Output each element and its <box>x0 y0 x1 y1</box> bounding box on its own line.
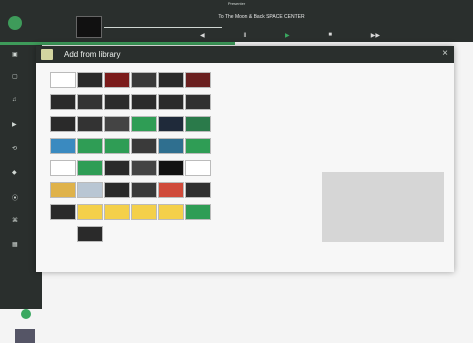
library-item-thumbnail[interactable] <box>185 116 211 132</box>
now-playing-title: To The Moon & Back SPACE CENTER <box>218 14 305 20</box>
footer-logo <box>15 329 35 343</box>
preview-panel <box>322 172 444 242</box>
sidebar-item-9[interactable]: ▦ <box>12 241 22 249</box>
previous-button[interactable]: ◀ <box>200 32 205 40</box>
play-button[interactable]: ▶ <box>285 32 290 40</box>
library-item-thumbnail[interactable] <box>131 182 157 198</box>
library-item-thumbnail[interactable] <box>77 138 103 154</box>
library-item-thumbnail[interactable] <box>104 204 130 220</box>
library-item-thumbnail[interactable] <box>131 204 157 220</box>
status-indicator <box>21 309 31 319</box>
next-button[interactable]: ▶▶ <box>371 32 380 40</box>
library-item-thumbnail[interactable] <box>77 226 103 242</box>
library-item-thumbnail[interactable] <box>77 204 103 220</box>
library-item-thumbnail[interactable] <box>50 160 76 176</box>
close-icon[interactable]: × <box>442 48 448 59</box>
library-item-thumbnail[interactable] <box>104 160 130 176</box>
library-item-thumbnail[interactable] <box>158 204 184 220</box>
library-item-thumbnail[interactable] <box>131 138 157 154</box>
library-item-thumbnail[interactable] <box>104 116 130 132</box>
sidebar-item-2[interactable]: ▢ <box>12 73 22 81</box>
library-item-thumbnail[interactable] <box>104 72 130 88</box>
library-item-thumbnail[interactable] <box>185 182 211 198</box>
sidebar-item-7[interactable]: ⦿ <box>12 193 22 202</box>
library-item-thumbnail[interactable] <box>158 138 184 154</box>
library-item-thumbnail[interactable] <box>77 182 103 198</box>
library-item-thumbnail[interactable] <box>104 182 130 198</box>
library-item-thumbnail[interactable] <box>104 94 130 110</box>
window-title: Presenter <box>227 1 246 6</box>
sidebar-item-4[interactable]: ▶ <box>12 121 22 129</box>
pause-button[interactable]: Ⅱ <box>243 32 246 40</box>
library-item-thumbnail[interactable] <box>50 116 76 132</box>
brand <box>8 14 68 32</box>
library-item-thumbnail[interactable] <box>77 160 103 176</box>
library-item-thumbnail[interactable] <box>158 116 184 132</box>
library-item-thumbnail[interactable] <box>50 204 76 220</box>
library-item-thumbnail[interactable] <box>50 94 76 110</box>
library-item-thumbnail[interactable] <box>185 72 211 88</box>
sidebar-item-1[interactable]: ▣ <box>12 51 22 59</box>
modal-header: Add from library × <box>36 46 454 63</box>
library-item-thumbnail[interactable] <box>131 160 157 176</box>
library-item-thumbnail[interactable] <box>185 160 211 176</box>
sidebar-item-6[interactable]: ◆ <box>12 169 22 177</box>
sidebar-item-3[interactable]: ♫ <box>12 97 22 105</box>
library-item-thumbnail[interactable] <box>158 182 184 198</box>
library-item-thumbnail[interactable] <box>77 116 103 132</box>
library-item-thumbnail[interactable] <box>50 182 76 198</box>
add-from-library-modal: Add from library × <box>36 46 454 272</box>
app-topbar: Presenter To The Moon & Back SPACE CENTE… <box>0 0 473 42</box>
library-item-thumbnail[interactable] <box>104 138 130 154</box>
library-item-thumbnail[interactable] <box>158 160 184 176</box>
library-item-thumbnail[interactable] <box>158 94 184 110</box>
library-item-thumbnail[interactable] <box>50 138 76 154</box>
library-item-thumbnail[interactable] <box>131 94 157 110</box>
library-item-thumbnail[interactable] <box>131 116 157 132</box>
library-item-thumbnail[interactable] <box>50 72 76 88</box>
now-playing-thumbnail[interactable] <box>76 16 102 38</box>
library-icon <box>41 49 53 60</box>
library-item-thumbnail[interactable] <box>77 72 103 88</box>
sidebar-item-5[interactable]: ⟲ <box>12 145 22 153</box>
library-item-thumbnail[interactable] <box>185 204 211 220</box>
library-item-thumbnail[interactable] <box>158 72 184 88</box>
progress-bar[interactable] <box>104 27 222 28</box>
brand-logo <box>8 16 22 30</box>
library-item-thumbnail[interactable] <box>77 94 103 110</box>
modal-title: Add from library <box>64 50 121 59</box>
library-item-thumbnail[interactable] <box>185 94 211 110</box>
stop-button[interactable]: ■ <box>328 32 332 40</box>
playback-controls: ◀ Ⅱ ▶ ■ ▶▶ <box>200 32 380 40</box>
sidebar-item-8[interactable]: ⌘ <box>12 217 22 225</box>
library-item-thumbnail[interactable] <box>131 72 157 88</box>
library-item-thumbnail[interactable] <box>185 138 211 154</box>
